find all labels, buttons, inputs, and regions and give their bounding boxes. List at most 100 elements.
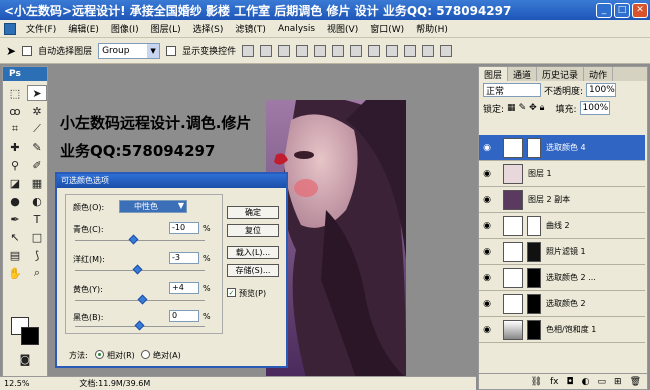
menu-help[interactable]: 帮助(H) bbox=[410, 22, 454, 35]
cyan-input[interactable]: -10 bbox=[169, 222, 199, 234]
tab-history[interactable]: 历史记录 bbox=[537, 67, 585, 81]
align-right-icon[interactable] bbox=[332, 44, 345, 57]
menu-window[interactable]: 窗口(W) bbox=[364, 22, 410, 35]
history-brush-icon[interactable]: ✐ bbox=[27, 157, 47, 173]
menu-layer[interactable]: 图层(L) bbox=[145, 22, 187, 35]
close-button[interactable]: ✕ bbox=[632, 2, 648, 18]
add-mask-icon[interactable]: ◘ bbox=[567, 377, 574, 387]
distribute-bottom-icon[interactable] bbox=[386, 44, 399, 57]
eye-icon[interactable]: ◉ bbox=[479, 143, 495, 153]
lasso-tool-icon[interactable]: ꝏ bbox=[5, 103, 25, 119]
marquee-tool-icon[interactable]: ⬚ bbox=[5, 85, 25, 101]
trash-icon[interactable]: 🗑︎ bbox=[630, 377, 641, 387]
align-top-icon[interactable] bbox=[242, 44, 255, 57]
distribute-right-icon[interactable] bbox=[440, 44, 453, 57]
brush-tool-icon[interactable]: ✎ bbox=[27, 139, 47, 155]
menu-edit[interactable]: 编辑(E) bbox=[62, 22, 105, 35]
yellow-input[interactable]: +4 bbox=[169, 282, 199, 294]
shape-tool-icon[interactable]: □ bbox=[27, 229, 47, 245]
new-layer-icon[interactable]: ⊞ bbox=[614, 377, 622, 387]
minimize-button[interactable]: _ bbox=[596, 2, 612, 18]
eraser-tool-icon[interactable]: ◪ bbox=[5, 175, 25, 191]
adjustment-layer-icon[interactable]: ◐ bbox=[582, 377, 590, 387]
zoom-tool-icon[interactable]: ⌕ bbox=[27, 265, 47, 281]
black-input[interactable]: 0 bbox=[169, 310, 199, 322]
lock-all-icon[interactable]: 🔒︎ bbox=[540, 103, 545, 113]
lock-transparent-icon[interactable]: ▦ bbox=[507, 103, 516, 113]
crop-tool-icon[interactable]: ⌗ bbox=[5, 121, 25, 137]
align-middle-icon[interactable] bbox=[260, 44, 273, 57]
group-select[interactable]: Group ▼ bbox=[98, 42, 161, 59]
absolute-radio[interactable] bbox=[141, 350, 150, 359]
new-group-icon[interactable]: ▭ bbox=[598, 377, 607, 387]
menu-image[interactable]: 图像(I) bbox=[105, 22, 145, 35]
gradient-tool-icon[interactable]: ▦ bbox=[27, 175, 47, 191]
layer-row[interactable]: ◉ 色相/饱和度 1 bbox=[479, 317, 645, 343]
blur-tool-icon[interactable]: ● bbox=[5, 193, 25, 209]
move-tool-icon[interactable]: ➤ bbox=[27, 85, 47, 101]
opacity-input[interactable]: 100% bbox=[586, 83, 617, 97]
preview-checkbox[interactable]: ✓ bbox=[227, 288, 236, 297]
layer-row[interactable]: ◉ 选取颜色 2 ... bbox=[479, 265, 645, 291]
save-button[interactable]: 存储(S)... bbox=[227, 264, 279, 277]
layer-row[interactable]: ◉ 图层 2 副本 bbox=[479, 187, 645, 213]
layer-row[interactable]: ◉ 曲线 2 bbox=[479, 213, 645, 239]
notes-tool-icon[interactable]: ▤ bbox=[5, 247, 25, 263]
eye-icon[interactable]: ◉ bbox=[479, 325, 495, 335]
relative-radio[interactable] bbox=[95, 350, 104, 359]
load-button[interactable]: 载入(L)... bbox=[227, 246, 279, 259]
fill-input[interactable]: 100% bbox=[579, 101, 610, 115]
eye-icon[interactable]: ◉ bbox=[479, 169, 495, 179]
dodge-tool-icon[interactable]: ◐ bbox=[27, 193, 47, 209]
path-select-icon[interactable]: ↖ bbox=[5, 229, 25, 245]
pen-tool-icon[interactable]: ✒ bbox=[5, 211, 25, 227]
magic-wand-tool-icon[interactable]: ✲ bbox=[27, 103, 47, 119]
stamp-tool-icon[interactable]: ⚲ bbox=[5, 157, 25, 173]
maximize-button[interactable]: □ bbox=[614, 2, 630, 18]
quick-mask-icon[interactable]: ◙ bbox=[15, 351, 35, 367]
distribute-left-icon[interactable] bbox=[404, 44, 417, 57]
eye-icon[interactable]: ◉ bbox=[479, 273, 495, 283]
menu-filter[interactable]: 滤镜(T) bbox=[229, 22, 272, 35]
reset-button[interactable]: 复位 bbox=[227, 224, 279, 237]
menu-view[interactable]: 视图(V) bbox=[321, 22, 364, 35]
magenta-slider[interactable] bbox=[75, 264, 205, 275]
link-layers-icon[interactable]: ⛓ bbox=[531, 377, 542, 387]
eye-icon[interactable]: ◉ bbox=[479, 221, 495, 231]
lock-paint-icon[interactable]: ✎ bbox=[519, 103, 527, 113]
background-color-swatch[interactable] bbox=[21, 327, 39, 345]
magenta-input[interactable]: -3 bbox=[169, 252, 199, 264]
eyedropper-tool-icon[interactable]: ⟆ bbox=[27, 247, 47, 263]
align-bottom-icon[interactable] bbox=[278, 44, 291, 57]
tab-actions[interactable]: 动作 bbox=[584, 67, 614, 81]
layer-row[interactable]: ◉ 选取颜色 2 bbox=[479, 291, 645, 317]
black-slider[interactable] bbox=[75, 320, 205, 331]
color-select[interactable]: 中性色 ▼ bbox=[119, 200, 187, 213]
zoom-level[interactable]: 12.5% bbox=[4, 379, 29, 388]
distribute-center-icon[interactable] bbox=[422, 44, 435, 57]
align-left-icon[interactable] bbox=[296, 44, 309, 57]
menu-file[interactable]: 文件(F) bbox=[20, 22, 62, 35]
menu-analysis[interactable]: Analysis bbox=[272, 24, 321, 34]
show-transform-checkbox[interactable] bbox=[166, 45, 177, 56]
tab-channels[interactable]: 通道 bbox=[508, 67, 538, 81]
layer-row[interactable]: ◉ 照片滤镜 1 bbox=[479, 239, 645, 265]
auto-select-checkbox[interactable] bbox=[22, 45, 33, 56]
slice-tool-icon[interactable]: ⟋ bbox=[27, 121, 47, 137]
cyan-slider[interactable] bbox=[75, 234, 205, 245]
blend-mode-select[interactable]: 正常 bbox=[483, 83, 541, 97]
layer-style-icon[interactable]: fx bbox=[550, 377, 559, 387]
type-tool-icon[interactable]: T bbox=[27, 211, 47, 227]
yellow-slider[interactable] bbox=[75, 294, 205, 305]
eye-icon[interactable]: ◉ bbox=[479, 299, 495, 309]
eye-icon[interactable]: ◉ bbox=[479, 195, 495, 205]
move-tool-icon[interactable]: ➤ bbox=[6, 44, 16, 58]
align-center-icon[interactable] bbox=[314, 44, 327, 57]
healing-tool-icon[interactable]: ✚ bbox=[5, 139, 25, 155]
eye-icon[interactable]: ◉ bbox=[479, 247, 495, 257]
menu-select[interactable]: 选择(S) bbox=[187, 22, 230, 35]
hand-tool-icon[interactable]: ✋ bbox=[5, 265, 25, 281]
layer-row[interactable]: ◉ 选取颜色 4 bbox=[479, 135, 645, 161]
lock-move-icon[interactable]: ✥ bbox=[529, 103, 537, 113]
ok-button[interactable]: 确定 bbox=[227, 206, 279, 219]
